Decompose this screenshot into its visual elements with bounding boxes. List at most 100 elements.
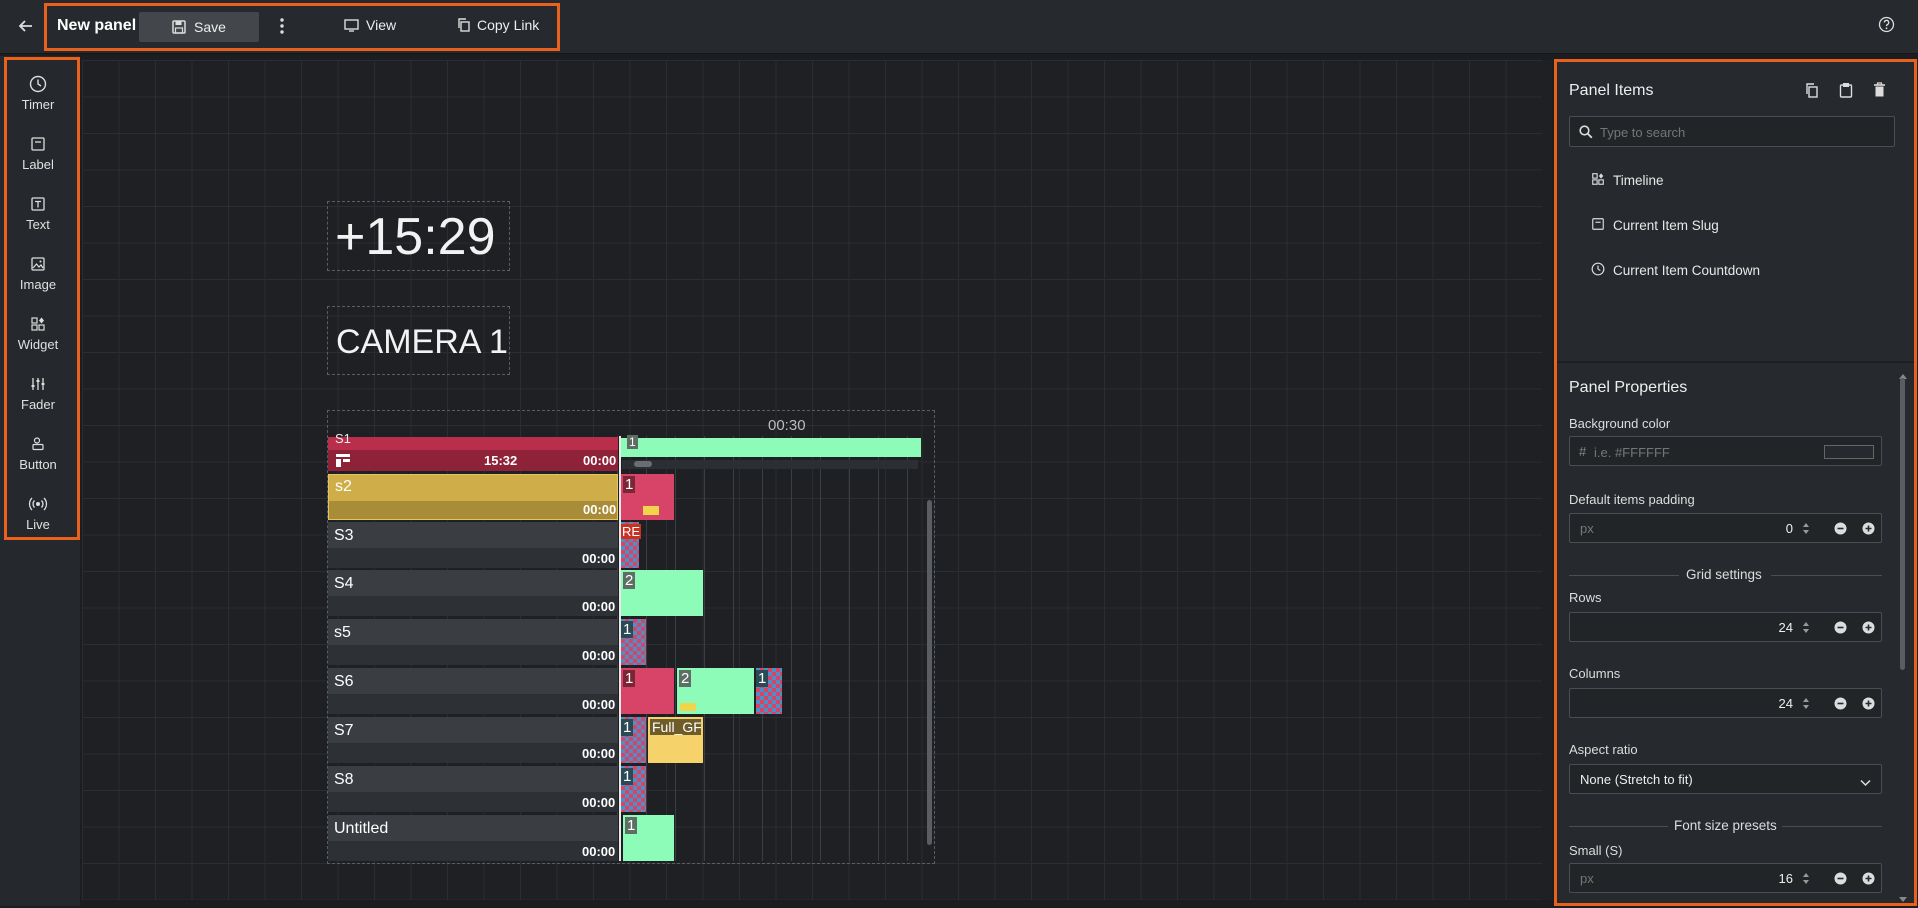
timeline-vscrollbar[interactable] <box>926 440 934 860</box>
background-color-label: Background color <box>1569 416 1671 431</box>
small-size-field[interactable]: px 16 <box>1569 863 1882 893</box>
timeline-segment[interactable]: 2 <box>677 668 754 714</box>
spin-arrows-icon[interactable] <box>1802 621 1810 637</box>
padding-field[interactable]: px 0 <box>1569 513 1882 543</box>
duplicate-icon[interactable] <box>1805 83 1819 103</box>
rows-field[interactable]: 24 <box>1569 612 1882 642</box>
search-icon <box>1579 125 1593 142</box>
timeline-segment[interactable]: 1 <box>623 815 674 861</box>
panel-item-current-slug[interactable]: Current Item Slug <box>1591 217 1719 234</box>
row-time: 00:00 <box>582 795 616 810</box>
timeline-row-label[interactable]: S1 15:32 00:00 <box>328 431 618 471</box>
row-name: S3 <box>334 527 354 544</box>
spin-arrows-icon[interactable] <box>1802 522 1810 538</box>
row-name: s5 <box>334 624 351 641</box>
timeline-segment[interactable]: RE <box>621 522 642 568</box>
tool-label: Live <box>26 516 50 532</box>
back-button[interactable] <box>18 16 38 36</box>
segment-number: 2 <box>679 670 692 687</box>
clock-icon <box>1591 262 1605 279</box>
unit-label: px <box>1580 521 1594 536</box>
minus-icon[interactable] <box>1834 872 1847 888</box>
timeline-hscrollbar[interactable] <box>622 460 918 469</box>
timeline-segment[interactable]: 1 <box>756 668 782 714</box>
timeline-row-label[interactable]: S3 00:00 <box>328 522 618 568</box>
tool-live[interactable]: Live <box>8 484 68 540</box>
background-color-field[interactable]: # <box>1569 436 1882 466</box>
timeline-segment[interactable]: Full_GF <box>648 717 703 763</box>
timeline-segment[interactable]: 1 <box>621 474 674 520</box>
properties-scrollbar[interactable] <box>1898 366 1908 902</box>
widget-icon <box>1591 172 1605 189</box>
plus-icon[interactable] <box>1862 522 1875 538</box>
minus-icon[interactable] <box>1834 522 1847 538</box>
timeline-segment[interactable]: 1 <box>621 717 646 763</box>
timeline-segment[interactable]: 1 <box>621 766 646 812</box>
more-options-button[interactable] <box>276 14 288 38</box>
row-name: S8 <box>334 771 354 788</box>
tool-widget[interactable]: Widget <box>8 304 68 360</box>
label-icon <box>1591 217 1605 234</box>
tool-fader[interactable]: Fader <box>8 364 68 420</box>
color-swatch[interactable] <box>1824 445 1874 459</box>
timeline-segment[interactable]: 1 <box>621 668 674 714</box>
panel-item-countdown[interactable]: Current Item Countdown <box>1591 262 1760 279</box>
timeline-row-label[interactable]: S7 00:00 <box>328 717 618 763</box>
search-input[interactable] <box>1600 122 1880 142</box>
segment-number: 1 <box>625 817 638 834</box>
save-button-label: Save <box>194 19 226 35</box>
minus-icon[interactable] <box>1834 621 1847 637</box>
minus-icon[interactable] <box>1834 697 1847 713</box>
tool-timer[interactable]: Timer <box>8 64 68 120</box>
timeline-row-label[interactable]: S8 00:00 <box>328 766 618 812</box>
plus-icon[interactable] <box>1862 621 1875 637</box>
timeline-row-label[interactable]: s2 00:00 <box>328 474 618 520</box>
timeline-row-label[interactable]: S6 00:00 <box>328 668 618 714</box>
timeline-row-label[interactable]: Untitled 00:00 <box>328 815 618 861</box>
timeline-segment[interactable]: 1 <box>621 435 921 457</box>
help-button[interactable] <box>1878 16 1895 33</box>
tool-label[interactable]: Label <box>8 124 68 180</box>
tool-label: Text <box>26 216 50 232</box>
timeline-segment[interactable]: 1 <box>621 619 646 665</box>
row-duration: 15:32 <box>484 453 518 468</box>
plus-icon[interactable] <box>1862 872 1875 888</box>
delete-icon[interactable] <box>1873 82 1886 102</box>
row-name: Untitled <box>334 820 389 837</box>
spin-arrows-icon[interactable] <box>1802 697 1810 713</box>
copy-link-label: Copy Link <box>477 17 540 33</box>
label-widget[interactable]: CAMERA 1 <box>327 306 510 375</box>
panel-items-title: Panel Items <box>1569 82 1654 99</box>
plus-icon[interactable] <box>1862 697 1875 713</box>
segment-label: Full_GF <box>650 719 701 735</box>
playhead[interactable] <box>619 436 621 861</box>
save-button[interactable]: Save <box>139 12 259 42</box>
columns-value: 24 <box>1778 696 1793 711</box>
tool-image[interactable]: Image <box>8 244 68 300</box>
spin-arrows-icon[interactable] <box>1802 872 1810 888</box>
panel-items-search[interactable] <box>1569 116 1895 147</box>
divider-line <box>1771 575 1882 576</box>
tool-text[interactable]: Text <box>8 184 68 240</box>
copy-link-button[interactable]: Copy Link <box>457 17 539 33</box>
view-button[interactable]: View <box>344 17 396 33</box>
panel-item-timeline[interactable]: Timeline <box>1591 172 1664 189</box>
timeline-segment[interactable]: 2 <box>621 570 703 616</box>
timer-widget[interactable]: +15:29 <box>327 201 510 271</box>
timeline-row-label[interactable]: s5 00:00 <box>328 619 618 665</box>
columns-field[interactable]: 24 <box>1569 688 1882 718</box>
paste-icon[interactable] <box>1839 82 1853 103</box>
aspect-ratio-select[interactable]: None (Stretch to fit) <box>1569 764 1882 794</box>
divider-line <box>1782 826 1882 827</box>
timeline-row-label[interactable]: S4 00:00 <box>328 570 618 616</box>
divider-line <box>1569 575 1679 576</box>
note-icon <box>680 703 696 711</box>
tool-label: Widget <box>17 336 59 352</box>
row-time: 00:00 <box>582 844 616 859</box>
timeline-scale-label: 00:30 <box>768 417 806 434</box>
row-name: S1 <box>335 431 351 446</box>
grid-settings-label: Grid settings <box>1686 567 1762 582</box>
background-color-input[interactable] <box>1594 442 1794 462</box>
tool-label: Timer <box>21 96 55 112</box>
tool-button[interactable]: Button <box>8 424 68 480</box>
